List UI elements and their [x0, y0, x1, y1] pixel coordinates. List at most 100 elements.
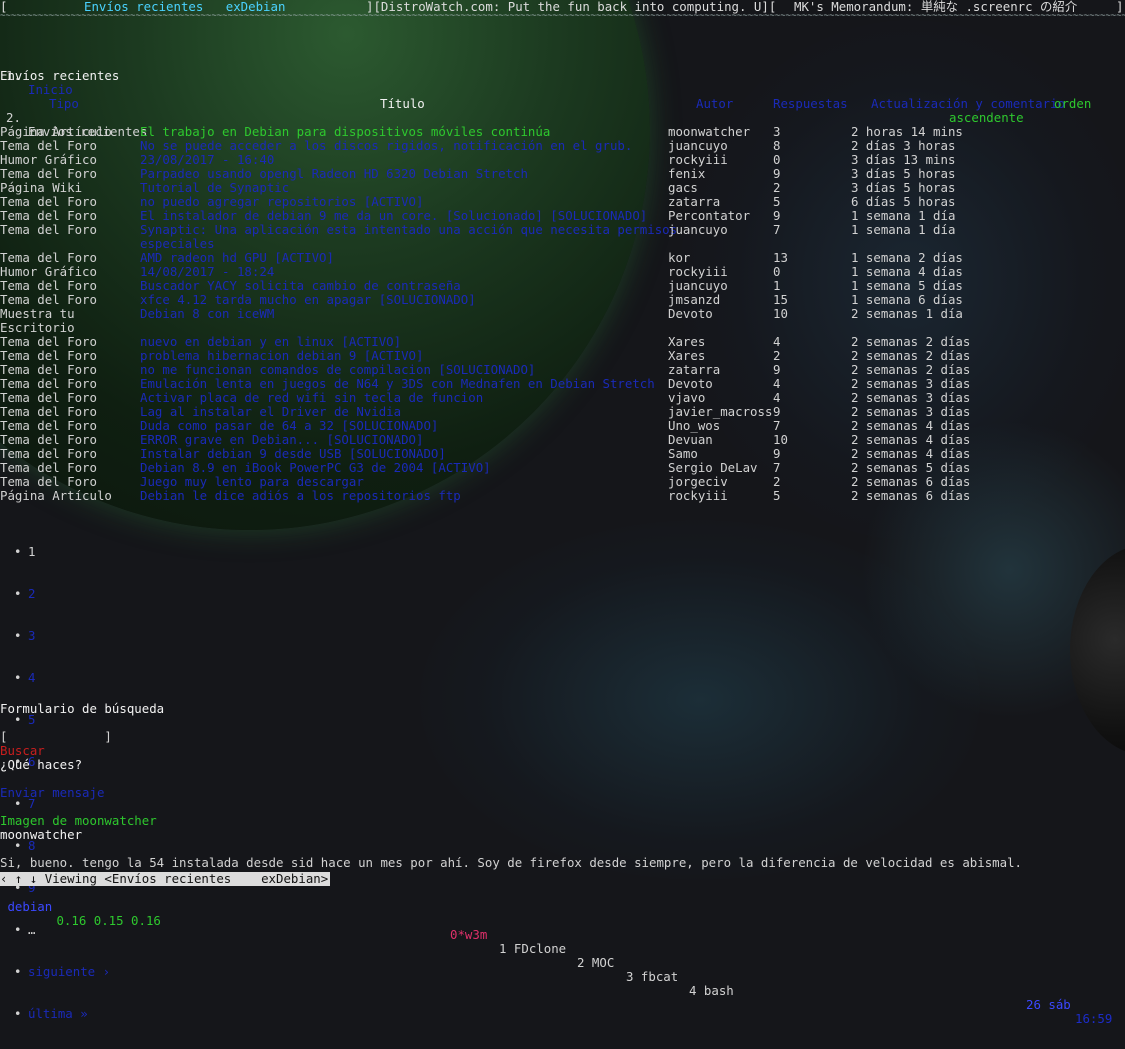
- post-title-link[interactable]: especiales: [140, 237, 215, 251]
- post-title-link[interactable]: xfce 4.12 tarda mucho en apagar [SOLUCIO…: [140, 293, 476, 307]
- post-author: rockyiii: [668, 152, 728, 167]
- screen-window-1[interactable]: 1 FDclone: [499, 942, 566, 956]
- post-replies: 5: [773, 194, 781, 209]
- post-replies: 13: [773, 250, 788, 265]
- table-row: Página Wiki Tutorial de Synaptic gacs 2 …: [0, 181, 1125, 195]
- tab-mk-memorandum[interactable]: MK's Memorandum: 単純な .screenrc の紹介: [794, 0, 1077, 14]
- column-header-author[interactable]: Autor: [696, 97, 733, 111]
- post-author: Uno_wos: [668, 418, 721, 433]
- post-activity: 1 semana 5 días: [851, 278, 963, 293]
- column-header-activity[interactable]: Actualización y comentario: [871, 97, 1065, 111]
- pager-page-link[interactable]: 2: [28, 587, 35, 601]
- post-title-link[interactable]: ERROR grave en Debian... [SOLUCIONADO]: [140, 433, 423, 447]
- post-title-link[interactable]: Debian 8.9 en iBook PowerPC G3 de 2004 […: [140, 461, 491, 475]
- post-replies: 2: [773, 180, 781, 195]
- tab-distrowatch[interactable]: ][DistroWatch.com: Put the fun back into…: [366, 0, 776, 14]
- post-activity: 2 semanas 4 días: [851, 418, 971, 433]
- post-author: Devuan: [668, 432, 713, 447]
- post-activity: 2 semanas 3 días: [851, 376, 971, 391]
- post-author: Devoto: [668, 306, 713, 321]
- post-title-link[interactable]: El trabajo en Debian para dispositivos m…: [140, 125, 550, 139]
- post-title-link[interactable]: Activar placa de red wifi sin tecla de f…: [140, 391, 483, 405]
- screen-window-0[interactable]: 0*w3m: [450, 928, 487, 942]
- search-heading: Formulario de búsqueda: [0, 701, 165, 716]
- post-title-link[interactable]: Emulación lenta en juegos de N64 y 3DS c…: [140, 377, 655, 391]
- table-row: Tema del Foro Juego muy lento para desca…: [0, 475, 1125, 489]
- post-replies: 4: [773, 334, 781, 349]
- table-row: Tema del Foro ERROR grave en Debian... […: [0, 433, 1125, 447]
- post-title-link[interactable]: No se puede acceder a los discos rigidos…: [140, 139, 632, 153]
- tab-bracket-close: ]: [1116, 0, 1124, 14]
- post-title-link[interactable]: 23/08/2017 - 16:40: [140, 153, 274, 167]
- post-type: Humor Gráfico: [0, 264, 97, 279]
- sort-order-link[interactable]: ascendente: [949, 111, 1024, 125]
- screen-window-2[interactable]: 2 MOC: [577, 956, 614, 970]
- post-author: zatarra: [668, 194, 721, 209]
- user-avatar-link[interactable]: Imagen de moonwatcher: [0, 814, 157, 828]
- screen-window-4[interactable]: 4 bash: [689, 984, 734, 998]
- post-type: Tema del Foro: [0, 292, 97, 307]
- sort-order-link[interactable]: orden: [1054, 97, 1091, 111]
- browser-status-bar: ‹ ↑ ↓ Viewing <Envíos recientes exDebian…: [0, 871, 331, 886]
- post-activity: 2 semanas 6 días: [851, 488, 971, 503]
- pager-page-link[interactable]: 4: [28, 671, 35, 685]
- post-title-link[interactable]: no puedo agregar repositorios [ACTIVO]: [140, 195, 423, 209]
- bullet-icon: •: [14, 628, 22, 643]
- post-replies: 9: [773, 166, 781, 181]
- post-activity: 2 semanas 3 días: [851, 390, 971, 405]
- screen-status-bar: debian 0.16 0.15 0.16 0*w3m 1 FDclone 2 …: [0, 886, 1125, 1026]
- post-activity: 1 semana 4 días: [851, 264, 963, 279]
- post-title-link[interactable]: 14/08/2017 - 18:24: [140, 265, 274, 279]
- post-author: rockyiii: [668, 264, 728, 279]
- post-activity: 2 semanas 1 día: [851, 306, 963, 321]
- post-author: juancuyo: [668, 138, 728, 153]
- column-header-type[interactable]: Tipo: [49, 97, 79, 111]
- table-row: Tema del Foro Emulación lenta en juegos …: [0, 377, 1125, 391]
- post-title-link[interactable]: Synaptic: Una aplicación esta intentado …: [140, 223, 677, 237]
- post-activity: 2 horas 14 mins: [851, 124, 963, 139]
- post-type: Tema del Foro: [0, 460, 97, 475]
- post-replies: 9: [773, 208, 781, 223]
- pager-last-link[interactable]: última »: [28, 1007, 88, 1021]
- post-title-link[interactable]: Instalar debian 9 desde USB [SOLUCIONADO…: [140, 447, 446, 461]
- search-input[interactable]: [ ]: [0, 730, 112, 744]
- post-activity: 2 semanas 3 días: [851, 404, 971, 419]
- post-title-link[interactable]: nuevo en debian y en linux [ACTIVO]: [140, 335, 401, 349]
- post-title-link[interactable]: Buscador YACY solicita cambio de contras…: [140, 279, 461, 293]
- post-title-link[interactable]: Juego muy lento para descargar: [140, 475, 364, 489]
- post-type: Tema del Foro: [0, 208, 97, 223]
- post-type: Escritorio: [0, 320, 75, 335]
- window-tab-bar: [ Envíos recientes exDebian ][DistroWatc…: [0, 0, 1125, 14]
- post-title-link[interactable]: Lag al instalar el Driver de Nvidia: [140, 405, 401, 419]
- post-author: Samo: [668, 446, 698, 461]
- post-title-link[interactable]: Tutorial de Synaptic: [140, 181, 289, 195]
- pager-page-link[interactable]: 3: [28, 629, 35, 643]
- post-activity: 1 semana 1 día: [851, 208, 956, 223]
- post-title-link[interactable]: Parpadeo usando opengl Radeon HD 6320 De…: [140, 167, 528, 181]
- table-row: Humor Gráfico 14/08/2017 - 18:24 rockyii…: [0, 265, 1125, 279]
- load-average: 0.16 0.15 0.16: [49, 913, 161, 928]
- column-header-title: Título: [380, 96, 425, 111]
- search-button[interactable]: Buscar: [0, 744, 45, 758]
- post-replies: 4: [773, 390, 781, 405]
- status-heading: ¿Qué haces?: [0, 757, 83, 772]
- send-message-link[interactable]: Enviar mensaje: [0, 786, 104, 800]
- post-title-link[interactable]: problema hibernacion debian 9 [ACTIVO]: [140, 349, 423, 363]
- table-row: Página Artículo El trabajo en Debian par…: [0, 125, 1125, 139]
- screen-window-3[interactable]: 3 fbcat: [626, 970, 678, 984]
- column-header-replies[interactable]: Respuestas: [773, 97, 848, 111]
- post-title-link[interactable]: Duda como pasar de 64 a 32 [SOLUCIONADO]: [140, 419, 438, 433]
- post-title-link[interactable]: no me funcionan comandos de compilacion …: [140, 363, 535, 377]
- post-title-link[interactable]: Debian le dice adiós a los repositorios …: [140, 489, 461, 503]
- breadcrumb-link-inicio[interactable]: Inicio: [28, 83, 73, 97]
- post-type: Tema del Foro: [0, 348, 97, 363]
- bullet-icon: •: [14, 586, 22, 601]
- pager-next-link[interactable]: siguiente ›: [28, 965, 110, 979]
- post-title-link[interactable]: Debian 8 con iceWM: [140, 307, 274, 321]
- post-title-link[interactable]: AMD radeon hd GPU [ACTIVO]: [140, 251, 334, 265]
- pager-current: 1: [28, 544, 36, 559]
- status-username: moonwatcher: [0, 827, 83, 842]
- table-row: Tema del Foro No se puede acceder a los …: [0, 139, 1125, 153]
- post-title-link[interactable]: El instalador de debian 9 me da un core.…: [140, 209, 647, 223]
- tab-envios-recientes[interactable]: Envíos recientes exDebian: [84, 0, 285, 14]
